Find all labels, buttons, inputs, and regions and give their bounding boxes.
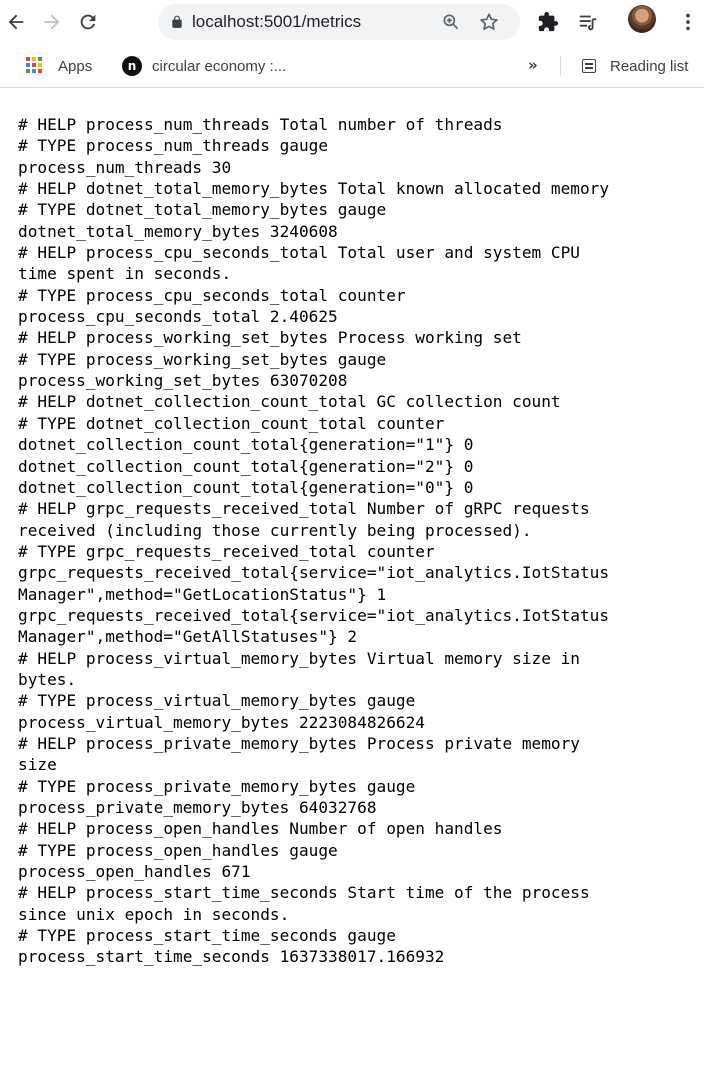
- metrics-line: # HELP grpc_requests_received_total Numb…: [18, 499, 590, 519]
- metrics-line: # HELP dotnet_collection_count_total GC …: [18, 392, 561, 412]
- metrics-line: # HELP process_virtual_memory_bytes Virt…: [18, 648, 580, 668]
- notion-icon: n: [122, 56, 142, 76]
- apps-grid-dot: [32, 57, 36, 61]
- metrics-line: process_open_handles 671: [18, 862, 251, 882]
- bookmark-circular-economy[interactable]: n circular economy :...: [122, 55, 286, 77]
- metrics-line: # TYPE process_open_handles gauge: [18, 840, 338, 860]
- apps-grid-dot: [32, 63, 36, 67]
- metrics-line: process_cpu_seconds_total 2.40625: [18, 307, 338, 327]
- reading-list-button[interactable]: Reading list: [582, 55, 688, 77]
- star-icon[interactable]: [478, 11, 500, 33]
- bookmarks-bar: Apps n circular economy :... » Reading l…: [0, 44, 704, 88]
- metrics-line: process_num_threads 30: [18, 157, 232, 177]
- metrics-line: size: [18, 755, 57, 775]
- metrics-line: dotnet_collection_count_total{generation…: [18, 477, 474, 497]
- metrics-line: grpc_requests_received_total{service="io…: [18, 563, 610, 583]
- browser-toolbar: localhost:5001/metrics: [0, 0, 704, 44]
- metrics-line: # HELP dotnet_total_memory_bytes Total k…: [18, 179, 610, 199]
- metrics-line: process_working_set_bytes 63070208: [18, 371, 348, 391]
- lock-icon[interactable]: [170, 15, 184, 29]
- metrics-line: grpc_requests_received_total{service="io…: [18, 605, 610, 625]
- metrics-line: received (including those currently bein…: [18, 520, 532, 540]
- bookmarks-divider: [560, 56, 561, 76]
- apps-grid-dot: [26, 63, 30, 67]
- bookmark-apps-label: Apps: [58, 57, 93, 75]
- puzzle-extension-icon[interactable]: [532, 6, 564, 38]
- metrics-line: # TYPE process_num_threads gauge: [18, 136, 329, 156]
- bookmark-circular-economy-label: circular economy :...: [152, 57, 287, 75]
- metrics-line: # TYPE process_cpu_seconds_total counter: [18, 285, 406, 305]
- metrics-text-body: # HELP process_num_threads Total number …: [0, 114, 704, 968]
- metrics-line: Manager",method="GetLocationStatus"} 1: [18, 584, 387, 604]
- metrics-line: dotnet_collection_count_total{generation…: [18, 435, 474, 455]
- bookmark-apps[interactable]: Apps: [26, 55, 92, 77]
- metrics-line: since unix epoch in seconds.: [18, 904, 290, 924]
- metrics-line: # HELP process_cpu_seconds_total Total u…: [18, 243, 580, 263]
- apps-grid-dot: [32, 69, 36, 73]
- metrics-line: # TYPE process_virtual_memory_bytes gaug…: [18, 691, 416, 711]
- metrics-line: process_virtual_memory_bytes 22230848266…: [18, 712, 425, 732]
- metrics-line: # TYPE dotnet_collection_count_total cou…: [18, 413, 445, 433]
- apps-grid-dot: [38, 63, 42, 67]
- reload-icon[interactable]: [72, 6, 104, 38]
- metrics-line: # HELP process_num_threads Total number …: [18, 115, 503, 134]
- reading-list-toolbar-icon[interactable]: [572, 6, 604, 38]
- metrics-line: bytes.: [18, 669, 77, 689]
- metrics-line: # HELP process_open_handles Number of op…: [18, 819, 503, 839]
- apps-grid-icon: [26, 57, 44, 75]
- metrics-line: dotnet_total_memory_bytes 3240608: [18, 221, 338, 241]
- apps-grid-dot: [26, 57, 30, 61]
- metrics-line: process_start_time_seconds 1637338017.16…: [18, 947, 445, 967]
- metrics-line: # TYPE process_start_time_seconds gauge: [18, 926, 396, 946]
- reading-list-icon: [582, 59, 596, 73]
- metrics-line: # TYPE process_working_set_bytes gauge: [18, 349, 387, 369]
- metrics-line: Manager",method="GetAllStatuses"} 2: [18, 627, 358, 647]
- metrics-line: # TYPE dotnet_total_memory_bytes gauge: [18, 200, 387, 220]
- forward-arrow-icon[interactable]: [36, 6, 68, 38]
- apps-grid-dot: [38, 69, 42, 73]
- address-bar[interactable]: localhost:5001/metrics: [158, 4, 520, 40]
- apps-grid-dot: [38, 57, 42, 61]
- metrics-line: # TYPE grpc_requests_received_total coun…: [18, 541, 435, 561]
- apps-grid-dot: [26, 69, 30, 73]
- reading-list-label: Reading list: [610, 57, 689, 75]
- metrics-line: time spent in seconds.: [18, 264, 232, 284]
- metrics-line: # HELP process_start_time_seconds Start …: [18, 883, 590, 903]
- zoom-icon[interactable]: [441, 12, 461, 32]
- metrics-line: dotnet_collection_count_total{generation…: [18, 456, 474, 476]
- metrics-line: # HELP process_working_set_bytes Process…: [18, 328, 522, 348]
- profile-avatar[interactable]: [628, 5, 656, 33]
- metrics-line: process_private_memory_bytes 64032768: [18, 798, 377, 817]
- back-arrow-icon[interactable]: [0, 6, 32, 38]
- bookmarks-overflow-chevron[interactable]: »: [528, 56, 538, 74]
- url-text[interactable]: localhost:5001/metrics: [192, 12, 361, 32]
- metrics-line: # HELP process_private_memory_bytes Proc…: [18, 733, 580, 753]
- metrics-line: # TYPE process_private_memory_bytes gaug…: [18, 776, 416, 796]
- kebab-menu-icon[interactable]: [672, 6, 704, 38]
